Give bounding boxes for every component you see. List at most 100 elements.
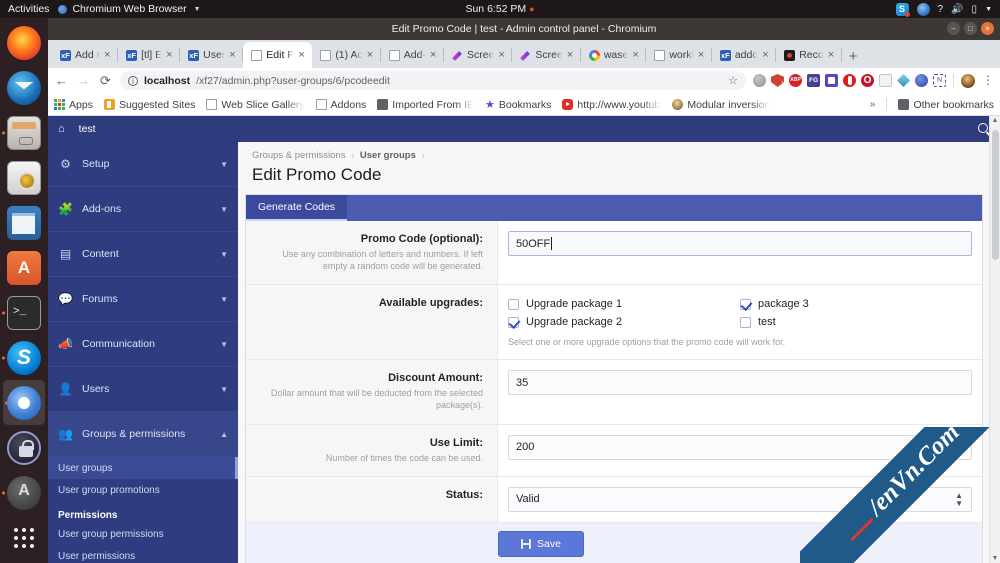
tab-close-icon[interactable]: × [567,49,576,61]
bookmark-web-slice-gallery[interactable]: Web Slice Gallery [206,99,305,111]
dock-item-software-updater[interactable] [0,470,48,515]
dock-item-terminal[interactable] [0,290,48,335]
browser-tab[interactable]: Scree × [512,42,582,68]
discount-amount-input[interactable]: 35 [508,370,972,396]
dock-item-show-applications[interactable] [0,515,48,560]
checkbox-checked-icon[interactable] [508,316,519,328]
bookmark-star-icon[interactable]: ☆ [728,74,738,87]
browser-tab[interactable]: xF User × [180,42,244,68]
page-scrollbar[interactable]: ▲ ▼ [989,116,1000,563]
save-button[interactable]: Save [498,530,584,557]
checkbox-test[interactable]: test [740,313,972,331]
dock-item-thunderbird[interactable] [0,65,48,110]
system-menu-chevron-icon[interactable]: ▼ [985,6,992,13]
scroll-up-icon[interactable]: ▲ [990,117,1000,124]
sidebar-item-forums[interactable]: 💬 Forums ▼ [48,277,238,322]
chromium-tray-icon[interactable] [916,2,930,16]
tab-generate-codes[interactable]: Generate Codes [246,195,348,221]
bookmark-apps[interactable]: Apps [54,99,93,111]
checkbox-package-3[interactable]: package 3 [740,295,972,313]
sidebar-item-content[interactable]: ▤ Content ▼ [48,232,238,277]
adblock-plus-icon[interactable] [789,74,802,87]
mail-icon[interactable] [879,74,892,87]
browser-tab[interactable]: Add- × [381,42,445,68]
dock-item-ubuntu-software[interactable] [0,245,48,290]
avatar[interactable] [961,73,975,88]
checkbox-icon[interactable] [740,316,751,328]
bookmark-youtube[interactable]: http://www.youtube [562,99,661,111]
tab-close-icon[interactable]: × [166,49,175,61]
scrollbar-thumb[interactable] [992,130,999,260]
home-icon[interactable]: ⌂ [58,123,65,135]
bookmark-imported-from-ie[interactable]: Imported From IE [377,99,474,111]
new-tab-button[interactable]: + [842,48,865,68]
tab-close-icon[interactable]: × [367,49,376,61]
checkbox-upgrade-package-1[interactable]: Upgrade package 1 [508,295,740,313]
sidebar-item-communication[interactable]: 📣 Communication ▼ [48,322,238,367]
tab-close-icon[interactable]: × [632,49,641,61]
dock-item-keepass[interactable] [0,425,48,470]
tab-close-icon[interactable]: × [762,49,771,61]
browser-tab[interactable]: Scree × [444,42,513,68]
opera-2-icon[interactable] [861,74,874,87]
admin-search-button[interactable] [978,122,988,136]
other-bookmarks-button[interactable]: Other bookmarks [898,99,994,111]
tab-close-icon[interactable]: × [828,49,837,61]
skype-tray-icon[interactable]: S [895,2,910,17]
bookmarks-overflow-icon[interactable]: » [870,99,876,110]
dock-item-files[interactable] [0,110,48,155]
tab-close-icon[interactable]: × [498,49,507,61]
minimize-button[interactable]: – [947,22,960,35]
sidebar-item-users[interactable]: 👤 Users ▼ [48,367,238,412]
puzzle-icon[interactable] [753,74,766,87]
breadcrumb-item-1[interactable]: Groups & permissions [252,150,345,161]
activities-button[interactable]: Activities [0,3,58,15]
app-menu-button[interactable]: Chromium Web Browser ▼ [58,3,201,15]
help-icon[interactable]: ? [938,4,944,15]
promo-code-input[interactable]: 50OFF [508,231,972,256]
address-bar[interactable]: i localhost /xf27/admin.php?user-groups/… [120,71,746,90]
diamond-icon[interactable] [897,74,910,87]
bookmark-suggested-sites[interactable]: Suggested Sites [103,99,195,111]
scroll-down-icon[interactable]: ▼ [990,555,1000,562]
sidebar-subitem-user-permissions[interactable]: User permissions [48,545,238,563]
use-limit-input[interactable]: 200 [508,434,972,460]
browser-tab[interactable]: Reco × [776,42,842,68]
browser-tab[interactable]: xF Add r × [52,42,119,68]
sidebar-subitem-user-group-promotions[interactable]: User group promotions [48,479,238,501]
dock-item-skype[interactable] [0,335,48,380]
notion-icon[interactable]: N [933,74,946,87]
battery-icon[interactable]: ▯ [972,4,978,15]
tab-close-icon[interactable]: × [430,49,439,61]
back-icon[interactable]: ← [54,73,69,88]
sidebar-item-groups-permissions[interactable]: 👥 Groups & permissions ▲ [48,412,238,457]
status-select[interactable]: Valid ▲ ▼ [508,486,972,512]
breadcrumb-item-2[interactable]: User groups [360,150,416,161]
fg-icon[interactable]: FG [807,74,820,87]
bookmark-addons[interactable]: Addons [315,99,366,111]
checkbox-icon[interactable] [508,298,519,310]
bookmark-bookmarks[interactable]: ★ Bookmarks [485,98,551,112]
globe-icon[interactable] [915,74,928,87]
browser-tab[interactable]: workl × [646,42,712,68]
tab-close-icon[interactable]: × [104,49,113,61]
tab-close-icon[interactable]: × [298,49,307,61]
browser-menu-icon[interactable]: ⋮ [982,74,994,86]
bookmark-modular-inversion[interactable]: Modular inversion [672,99,770,111]
shield-icon[interactable] [771,74,784,87]
browser-tab-active[interactable]: Edit P × [243,42,313,68]
tab-close-icon[interactable]: × [698,49,707,61]
site-info-icon[interactable]: i [128,75,138,86]
dock-item-firefox[interactable] [0,20,48,65]
checkbox-upgrade-package-2[interactable]: Upgrade package 2 [508,313,740,331]
forward-icon[interactable]: → [76,73,91,88]
volume-icon[interactable]: 🔊 [951,4,963,15]
translate-icon[interactable] [825,74,838,87]
close-button[interactable]: × [981,22,994,35]
sidebar-item-setup[interactable]: ⚙ Setup ▼ [48,142,238,187]
sidebar-subitem-user-groups[interactable]: User groups [48,457,238,479]
maximize-button[interactable]: □ [964,22,977,35]
dock-item-libreoffice-writer[interactable] [0,200,48,245]
admin-site-name[interactable]: test [79,123,96,135]
sidebar-subitem-user-group-permissions[interactable]: User group permissions [48,523,238,545]
